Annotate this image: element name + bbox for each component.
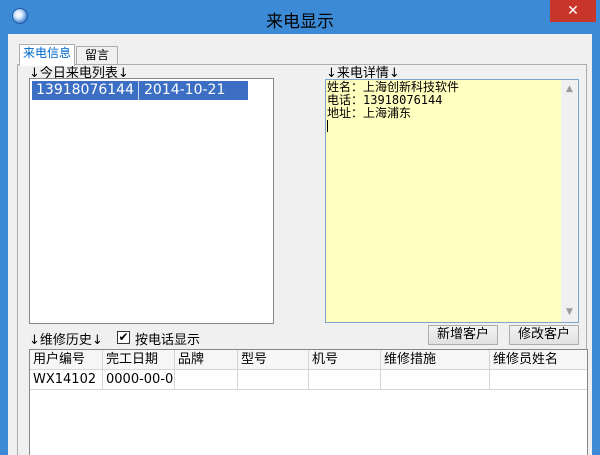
repair-history-grid[interactable]: 用户编号 完工日期 品牌 型号 机号 维修措施 维修员姓名 WX14102 00… [29,349,588,455]
column-header[interactable]: 用户编号 [30,350,103,370]
detail-scrollbar[interactable]: ▲ ▼ [561,80,578,322]
edit-customer-button[interactable]: 修改客户 [509,325,579,345]
list-item[interactable]: 13918076144 2014-10-21 [32,81,248,100]
client-area: 来电信息 留言 ↓今日来电列表↓ 13918076144 2014-10-21 … [8,34,592,455]
detail-address-line: 地址：上海浦东 [327,106,412,120]
column-header[interactable]: 机号 [309,350,381,370]
table-row[interactable]: WX14102 0000-00-0 [30,370,587,390]
table-cell [490,370,587,390]
column-header[interactable]: 维修员姓名 [490,350,587,370]
close-icon: ✕ [567,3,579,19]
table-cell [238,370,309,390]
call-phone: 13918076144 [36,82,134,98]
column-header[interactable]: 品牌 [175,350,238,370]
tab-call-info-label: 来电信息 [22,46,71,60]
window-title: 来电显示 [266,12,334,32]
scroll-up-icon[interactable]: ▲ [566,84,573,94]
column-separator [138,81,139,100]
add-customer-button[interactable]: 新增客户 [428,325,498,345]
close-button[interactable]: ✕ [550,0,596,22]
by-phone-label: 按电话显示 [135,333,201,348]
table-cell: WX14102 [30,370,103,390]
text-caret [327,120,328,132]
call-date: 2014-10-21 [144,82,226,98]
column-header[interactable]: 完工日期 [103,350,175,370]
tab-call-info[interactable]: 来电信息 [19,44,75,66]
by-phone-checkbox[interactable]: ✔ [117,331,130,344]
call-detail-text: 姓名：上海创新科技软件 电话：13918076144 地址：上海浦东 [327,81,459,132]
column-header[interactable]: 型号 [238,350,309,370]
title-bar[interactable]: 来电显示 ✕ [0,0,600,34]
tab-messages-label: 留言 [84,48,109,62]
call-display-window: 来电显示 ✕ 来电信息 留言 ↓今日来电列表↓ 13918076144 2014… [0,0,600,455]
column-header[interactable]: 维修措施 [381,350,490,370]
table-cell [381,370,490,390]
window-border-right [592,34,600,455]
call-list[interactable]: 13918076144 2014-10-21 [29,78,274,324]
check-icon: ✔ [118,330,129,344]
grid-header: 用户编号 完工日期 品牌 型号 机号 维修措施 维修员姓名 [30,350,587,370]
scroll-down-icon[interactable]: ▼ [566,307,573,317]
table-cell: 0000-00-0 [103,370,175,390]
call-info-panel: ↓今日来电列表↓ 13918076144 2014-10-21 ↓来电详情↓ 姓… [17,64,588,455]
table-cell [175,370,238,390]
table-cell [309,370,381,390]
repair-history-label: ↓维修历史↓ [29,333,103,348]
call-detail-textarea[interactable]: 姓名：上海创新科技软件 电话：13918076144 地址：上海浦东 ▲ ▼ [325,79,579,323]
window-border-left [0,34,8,455]
